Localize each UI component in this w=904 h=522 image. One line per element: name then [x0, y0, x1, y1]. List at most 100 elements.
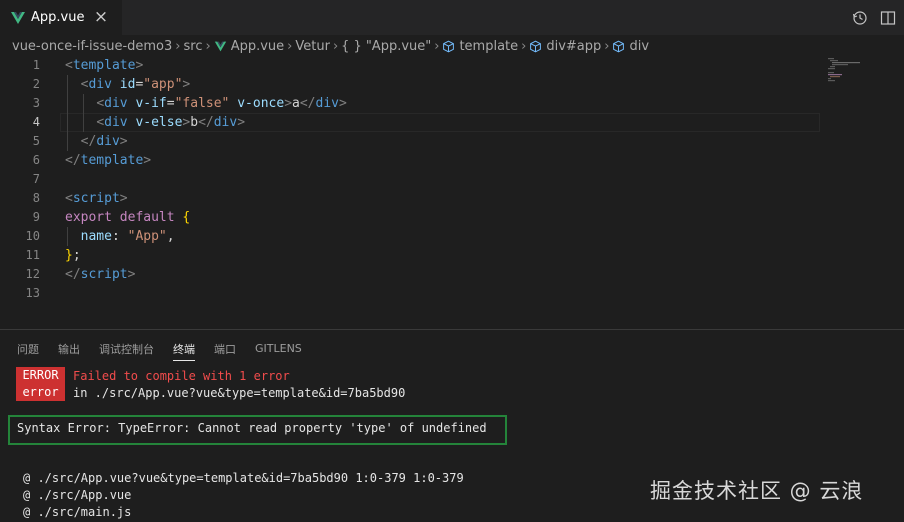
- code-text: <div id="app">: [65, 75, 191, 94]
- code-line[interactable]: 11};: [0, 246, 904, 265]
- breadcrumb-template[interactable]: template: [442, 39, 518, 54]
- code-token: script: [72, 191, 120, 206]
- code-token: :: [111, 229, 128, 244]
- code-token: v-else: [135, 115, 183, 130]
- code-token: "app": [143, 77, 183, 92]
- chevron-right-icon: ›: [287, 38, 293, 54]
- code-token: >: [338, 96, 347, 111]
- line-number: 13: [25, 286, 40, 300]
- code-text: export default {: [65, 208, 190, 227]
- code-token: default: [119, 210, 175, 225]
- code-token: ;: [72, 248, 81, 263]
- code-token: div: [213, 115, 238, 130]
- line-number: 12: [25, 267, 40, 281]
- breadcrumb-div-app[interactable]: div#app: [529, 39, 601, 54]
- code-token: name: [80, 229, 112, 244]
- close-icon[interactable]: ×: [93, 8, 109, 25]
- code-line[interactable]: 8 <script>: [0, 189, 904, 208]
- tab-app-vue[interactable]: App.vue ×: [0, 0, 122, 35]
- vue-file-icon: [11, 11, 25, 24]
- split-editor-icon[interactable]: [876, 6, 900, 30]
- code-token: div: [88, 77, 112, 92]
- timeline-icon[interactable]: [848, 6, 872, 30]
- code-line[interactable]: 4 <div v-else>b</div>: [0, 113, 904, 132]
- watermark: 掘金技术社区 @ 云浪: [650, 479, 864, 503]
- code-token: </: [299, 96, 316, 111]
- code-token: b: [190, 115, 199, 130]
- code-line[interactable]: 10 name: "App",: [0, 227, 904, 246]
- line-number: 10: [25, 229, 40, 243]
- tab-terminal[interactable]: 终端: [173, 330, 195, 367]
- code-token: template: [72, 58, 136, 73]
- code-token: </: [65, 267, 81, 282]
- line-number: 11: [25, 248, 40, 262]
- code-token: <: [96, 115, 105, 130]
- vue-file-icon: [214, 41, 226, 51]
- code-token: <: [65, 191, 73, 206]
- minimap[interactable]: [826, 58, 886, 98]
- code-token: "App": [127, 229, 167, 244]
- code-text: <div v-else>b</div>: [65, 113, 245, 132]
- object-braces-icon: { }: [341, 38, 362, 54]
- code-token: >: [237, 115, 246, 130]
- code-line[interactable]: 13: [0, 284, 904, 303]
- line-number: 5: [32, 134, 40, 148]
- breadcrumb-object[interactable]: { } "App.vue": [341, 39, 431, 54]
- code-line[interactable]: 12 </script>: [0, 265, 904, 284]
- line-number: 7: [32, 172, 40, 186]
- code-text: <template>: [65, 56, 143, 75]
- error-location: in ./src/App.vue?vue&type=template&id=7b…: [73, 386, 406, 400]
- code-line[interactable]: 5 </div>: [0, 132, 904, 151]
- line-number: 1: [32, 58, 40, 72]
- cube-icon: [530, 40, 542, 52]
- code-line[interactable]: 9 export default {: [0, 208, 904, 227]
- code-token: </: [65, 153, 81, 168]
- code-line[interactable]: 7: [0, 170, 904, 189]
- line-number: 6: [32, 153, 40, 167]
- code-token: >: [182, 77, 191, 92]
- breadcrumb-vetur[interactable]: Vetur: [295, 39, 330, 54]
- code-text: name: "App",: [65, 227, 175, 246]
- panel-tabs: 问题 输出 调试控制台 终端 端口 GITLENS: [0, 330, 304, 367]
- code-token: div: [96, 134, 120, 149]
- code-token: a: [292, 96, 300, 111]
- code-token: </: [80, 134, 97, 149]
- chevron-right-icon: ›: [521, 38, 527, 54]
- breadcrumb-div[interactable]: div: [612, 39, 649, 54]
- tab-gitlens[interactable]: GITLENS: [255, 330, 302, 367]
- breadcrumb-src[interactable]: src: [184, 39, 203, 54]
- code-line[interactable]: 1 <template>: [0, 56, 904, 75]
- code-token: >: [119, 191, 128, 206]
- cube-icon: [613, 40, 625, 52]
- chevron-right-icon: ›: [332, 38, 339, 54]
- code-token: >: [135, 58, 144, 73]
- breadcrumb-folder[interactable]: vue-once-if-issue-demo3: [12, 39, 172, 54]
- code-line[interactable]: 3 <div v-if="false" v-once>a</div>: [0, 94, 904, 113]
- tab-problems[interactable]: 问题: [17, 330, 39, 367]
- code-editor[interactable]: 1 <template> 2 <div id="app"> 3 <div v-if="…: [0, 56, 904, 312]
- tab-debug-console[interactable]: 调试控制台: [99, 330, 154, 367]
- code-text: <script>: [65, 189, 128, 208]
- line-number: 9: [32, 210, 40, 224]
- line-number: 3: [32, 96, 40, 110]
- error-badge: ERROR error: [16, 367, 65, 401]
- code-line[interactable]: 2 <div id="app">: [0, 75, 904, 94]
- tab-ports[interactable]: 端口: [214, 330, 236, 367]
- code-token: id: [119, 77, 136, 92]
- line-number: 4: [32, 115, 40, 129]
- code-token: =: [166, 96, 175, 111]
- code-text: <div v-if="false" v-once>a</div>: [65, 94, 347, 113]
- tab-output[interactable]: 输出: [58, 330, 80, 367]
- trace-line: @ ./src/App.vue: [23, 488, 132, 502]
- chevron-right-icon: ›: [604, 38, 610, 54]
- breadcrumb-file[interactable]: App.vue: [214, 39, 284, 54]
- code-line[interactable]: 6 </template>: [0, 151, 904, 170]
- code-text: </div>: [65, 132, 128, 151]
- code-text: </template>: [65, 151, 151, 170]
- code-token: "false": [174, 96, 230, 111]
- error-title: Failed to compile with 1 error: [73, 369, 290, 383]
